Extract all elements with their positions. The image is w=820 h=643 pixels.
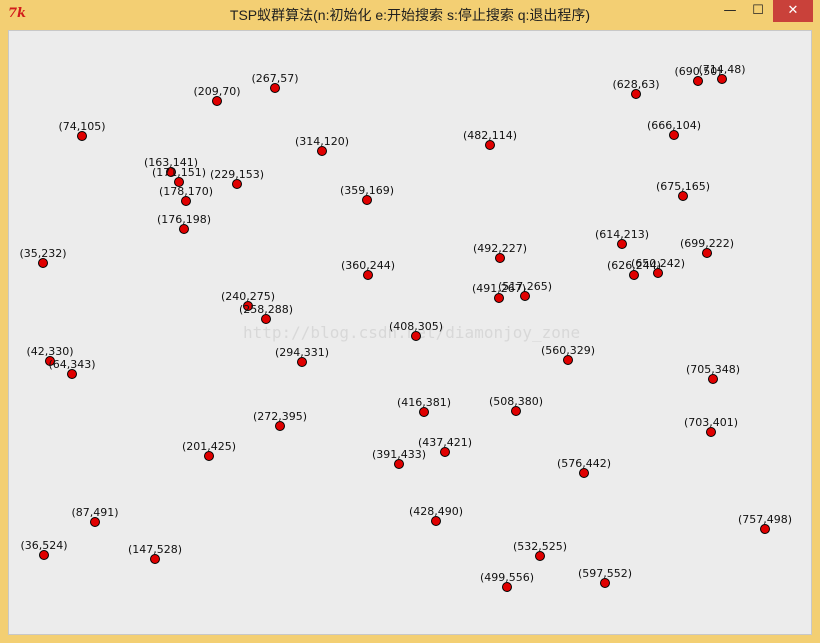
city-label: (705,348)	[686, 363, 740, 376]
city-label: (428,490)	[409, 505, 463, 518]
city-label: (359,169)	[340, 184, 394, 197]
city-label: (576,442)	[557, 457, 611, 470]
city-label: (408,305)	[389, 320, 443, 333]
city-label: (675,165)	[656, 180, 710, 193]
city-label: (360,244)	[341, 259, 395, 272]
city-label: (240,275)	[221, 290, 275, 303]
city-label: (666,104)	[647, 119, 701, 132]
city-label: (492,227)	[473, 242, 527, 255]
city-label: (171,151)	[152, 166, 206, 179]
city-label: (267,57)	[251, 72, 298, 85]
city-label: (35,232)	[19, 247, 66, 260]
city-label: (147,528)	[128, 543, 182, 556]
city-label: (201,425)	[182, 440, 236, 453]
city-label: (416,381)	[397, 396, 451, 409]
city-label: (64,343)	[48, 358, 95, 371]
city-label: (614,213)	[595, 228, 649, 241]
city-label: (87,491)	[71, 506, 118, 519]
app-window: 7k TSP蚁群算法(n:初始化 e:开始搜索 s:停止搜索 q:退出程序) —…	[0, 0, 820, 643]
city-label: (36,524)	[20, 539, 67, 552]
city-label: (294,331)	[275, 346, 329, 359]
city-label: (391,433)	[372, 448, 426, 461]
city-label: (650,242)	[631, 257, 685, 270]
city-label: (176,198)	[157, 213, 211, 226]
city-label: (508,380)	[489, 395, 543, 408]
city-label: (703,401)	[684, 416, 738, 429]
city-label: (314,120)	[295, 135, 349, 148]
city-label: (757,498)	[738, 513, 792, 526]
city-label: (517,265)	[498, 280, 552, 293]
city-label: (560,329)	[541, 344, 595, 357]
city-label: (437,421)	[418, 436, 472, 449]
city-label: (532,525)	[513, 540, 567, 553]
city-label: (272,395)	[253, 410, 307, 423]
city-label: (209,70)	[193, 85, 240, 98]
city-plot: http://blog.csdn.net/diamonjoy_zone (267…	[19, 63, 792, 592]
city-label: (699,222)	[680, 237, 734, 250]
city-label: (714,48)	[698, 63, 745, 76]
city-label: (499,556)	[480, 571, 534, 584]
city-label: (628,63)	[612, 78, 659, 91]
city-label: (482,114)	[463, 129, 517, 142]
city-label: (229,153)	[210, 168, 264, 181]
city-label: (597,552)	[578, 567, 632, 580]
city-label: (42,330)	[26, 345, 73, 358]
city-label: (258,288)	[239, 303, 293, 316]
city-label: (178,170)	[159, 185, 213, 198]
city-label: (74,105)	[58, 120, 105, 133]
